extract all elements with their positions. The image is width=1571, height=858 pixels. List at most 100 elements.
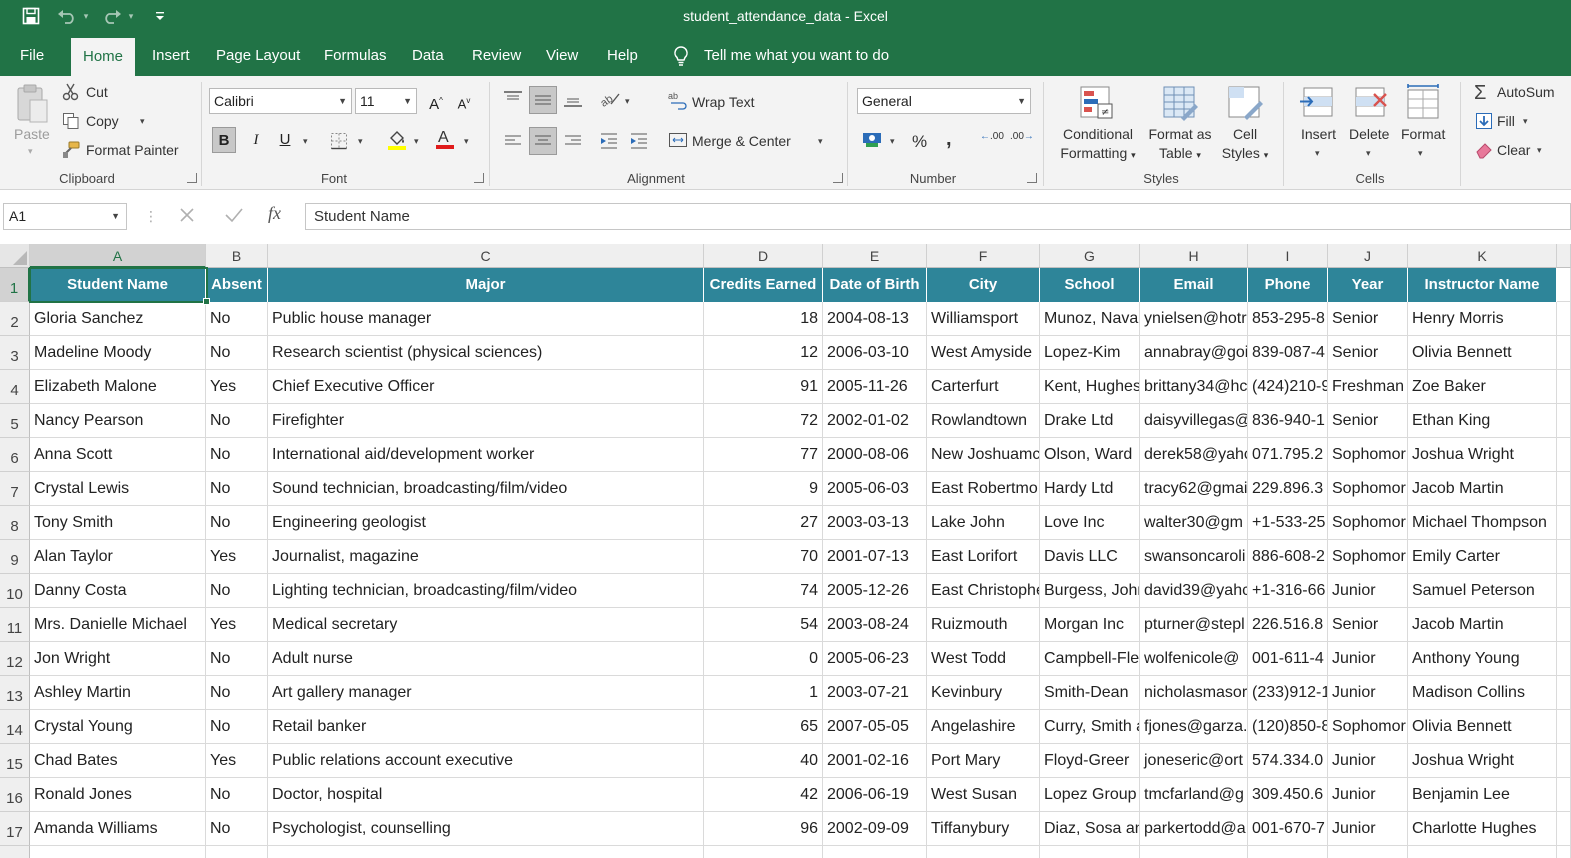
- data-cell[interactable]: tmcfarland@g: [1140, 778, 1248, 812]
- data-cell[interactable]: 40: [704, 744, 823, 778]
- empty-cell[interactable]: [1557, 404, 1571, 438]
- copy-button[interactable]: Copy: [86, 113, 119, 129]
- column-header-a[interactable]: A: [30, 244, 206, 268]
- row-header[interactable]: 9: [0, 540, 30, 574]
- data-cell[interactable]: Jon Wright: [30, 642, 206, 676]
- header-cell[interactable]: School: [1040, 268, 1140, 302]
- data-cell[interactable]: 2000-08-06: [823, 438, 927, 472]
- data-cell[interactable]: Gloria Sanchez: [30, 302, 206, 336]
- column-header-g[interactable]: G: [1040, 244, 1140, 268]
- data-cell[interactable]: [206, 846, 268, 858]
- empty-cell[interactable]: [1557, 472, 1571, 506]
- data-cell[interactable]: Lopez-Kim: [1040, 336, 1140, 370]
- row-header[interactable]: 11: [0, 608, 30, 642]
- insert-dropdown-icon[interactable]: ▾: [1315, 148, 1320, 159]
- clipboard-launcher-icon[interactable]: [187, 173, 197, 183]
- format-as-table-button[interactable]: Format as Table ▾: [1145, 126, 1215, 161]
- data-cell[interactable]: No: [206, 812, 268, 846]
- format-painter-button[interactable]: Format Painter: [86, 142, 179, 158]
- data-cell[interactable]: +1-316-66: [1248, 574, 1328, 608]
- data-cell[interactable]: Junior: [1328, 676, 1408, 710]
- data-cell[interactable]: 2001-07-13: [823, 540, 927, 574]
- data-cell[interactable]: [1140, 846, 1248, 858]
- tab-data[interactable]: Data: [400, 36, 456, 76]
- row-header[interactable]: 15: [0, 744, 30, 778]
- data-cell[interactable]: Michael Thompson: [1408, 506, 1557, 540]
- cancel-entry-icon[interactable]: [178, 206, 196, 229]
- currency-icon[interactable]: [861, 130, 885, 155]
- tell-me-search[interactable]: Tell me what you want to do: [692, 36, 901, 76]
- data-cell[interactable]: Junior: [1328, 778, 1408, 812]
- data-cell[interactable]: Lopez Group: [1040, 778, 1140, 812]
- align-center-icon[interactable]: [529, 127, 557, 155]
- align-bottom-icon[interactable]: [563, 90, 583, 113]
- data-cell[interactable]: Sound technician, broadcasting/film/vide…: [268, 472, 704, 506]
- header-cell[interactable]: Date of Birth: [823, 268, 927, 302]
- data-cell[interactable]: 2001-02-16: [823, 744, 927, 778]
- row-header[interactable]: 13: [0, 676, 30, 710]
- data-cell[interactable]: wolfenicole@: [1140, 642, 1248, 676]
- data-cell[interactable]: 001-670-7: [1248, 812, 1328, 846]
- insert-cells-button[interactable]: Insert: [1301, 126, 1336, 142]
- column-header-k[interactable]: K: [1408, 244, 1557, 268]
- cell-styles-button[interactable]: Cell Styles ▾: [1214, 126, 1276, 161]
- empty-cell[interactable]: [1557, 268, 1571, 302]
- name-box[interactable]: A1 ▼: [3, 203, 127, 230]
- empty-cell[interactable]: [1557, 642, 1571, 676]
- row-header[interactable]: 10: [0, 574, 30, 608]
- data-cell[interactable]: Junior: [1328, 642, 1408, 676]
- data-cell[interactable]: Mrs. Danielle Michael: [30, 608, 206, 642]
- data-cell[interactable]: [823, 846, 927, 858]
- row-header[interactable]: 4: [0, 370, 30, 404]
- format-cells-button[interactable]: Format: [1401, 126, 1445, 142]
- data-cell[interactable]: [30, 846, 206, 858]
- data-cell[interactable]: [704, 846, 823, 858]
- data-cell[interactable]: Anna Scott: [30, 438, 206, 472]
- data-cell[interactable]: Tony Smith: [30, 506, 206, 540]
- header-cell[interactable]: Absent: [206, 268, 268, 302]
- data-cell[interactable]: 2007-05-05: [823, 710, 927, 744]
- data-cell[interactable]: +1-533-25: [1248, 506, 1328, 540]
- align-middle-icon[interactable]: [529, 86, 557, 114]
- data-cell[interactable]: 2006-06-19: [823, 778, 927, 812]
- italic-button[interactable]: I: [244, 127, 268, 153]
- data-cell[interactable]: Lake John: [927, 506, 1040, 540]
- align-right-icon[interactable]: [563, 132, 583, 155]
- data-cell[interactable]: Zoe Baker: [1408, 370, 1557, 404]
- align-left-icon[interactable]: [503, 132, 523, 155]
- data-cell[interactable]: Munoz, Nava: [1040, 302, 1140, 336]
- data-cell[interactable]: 309.450.6: [1248, 778, 1328, 812]
- data-cell[interactable]: Diaz, Sosa an: [1040, 812, 1140, 846]
- data-cell[interactable]: ynielsen@hotr: [1140, 302, 1248, 336]
- data-cell[interactable]: [1408, 846, 1557, 858]
- data-cell[interactable]: No: [206, 676, 268, 710]
- cut-button[interactable]: Cut: [86, 84, 108, 100]
- column-header-j[interactable]: J: [1328, 244, 1408, 268]
- row-header[interactable]: 3: [0, 336, 30, 370]
- fill-color-icon[interactable]: [386, 129, 408, 156]
- data-cell[interactable]: 54: [704, 608, 823, 642]
- data-cell[interactable]: Sophomor: [1328, 540, 1408, 574]
- header-cell[interactable]: Credits Earned: [704, 268, 823, 302]
- tab-view[interactable]: View: [534, 36, 590, 76]
- data-cell[interactable]: Davis LLC: [1040, 540, 1140, 574]
- empty-cell[interactable]: [1557, 846, 1571, 858]
- number-format-dropdown[interactable]: General ▼: [857, 88, 1031, 114]
- data-cell[interactable]: Junior: [1328, 812, 1408, 846]
- orientation-dropdown-icon[interactable]: ▾: [625, 96, 630, 107]
- row-header[interactable]: 7: [0, 472, 30, 506]
- data-cell[interactable]: pturner@stepl: [1140, 608, 1248, 642]
- column-header-h[interactable]: H: [1140, 244, 1248, 268]
- data-cell[interactable]: 0: [704, 642, 823, 676]
- data-cell[interactable]: 2003-07-21: [823, 676, 927, 710]
- data-cell[interactable]: Danny Costa: [30, 574, 206, 608]
- data-cell[interactable]: 2005-06-03: [823, 472, 927, 506]
- row-header[interactable]: 6: [0, 438, 30, 472]
- data-cell[interactable]: West Susan: [927, 778, 1040, 812]
- data-cell[interactable]: 229.896.3: [1248, 472, 1328, 506]
- column-header-e[interactable]: E: [823, 244, 927, 268]
- data-cell[interactable]: Morgan Inc: [1040, 608, 1140, 642]
- data-cell[interactable]: East Christophe: [927, 574, 1040, 608]
- align-top-icon[interactable]: [503, 90, 523, 113]
- tab-review[interactable]: Review: [460, 36, 533, 76]
